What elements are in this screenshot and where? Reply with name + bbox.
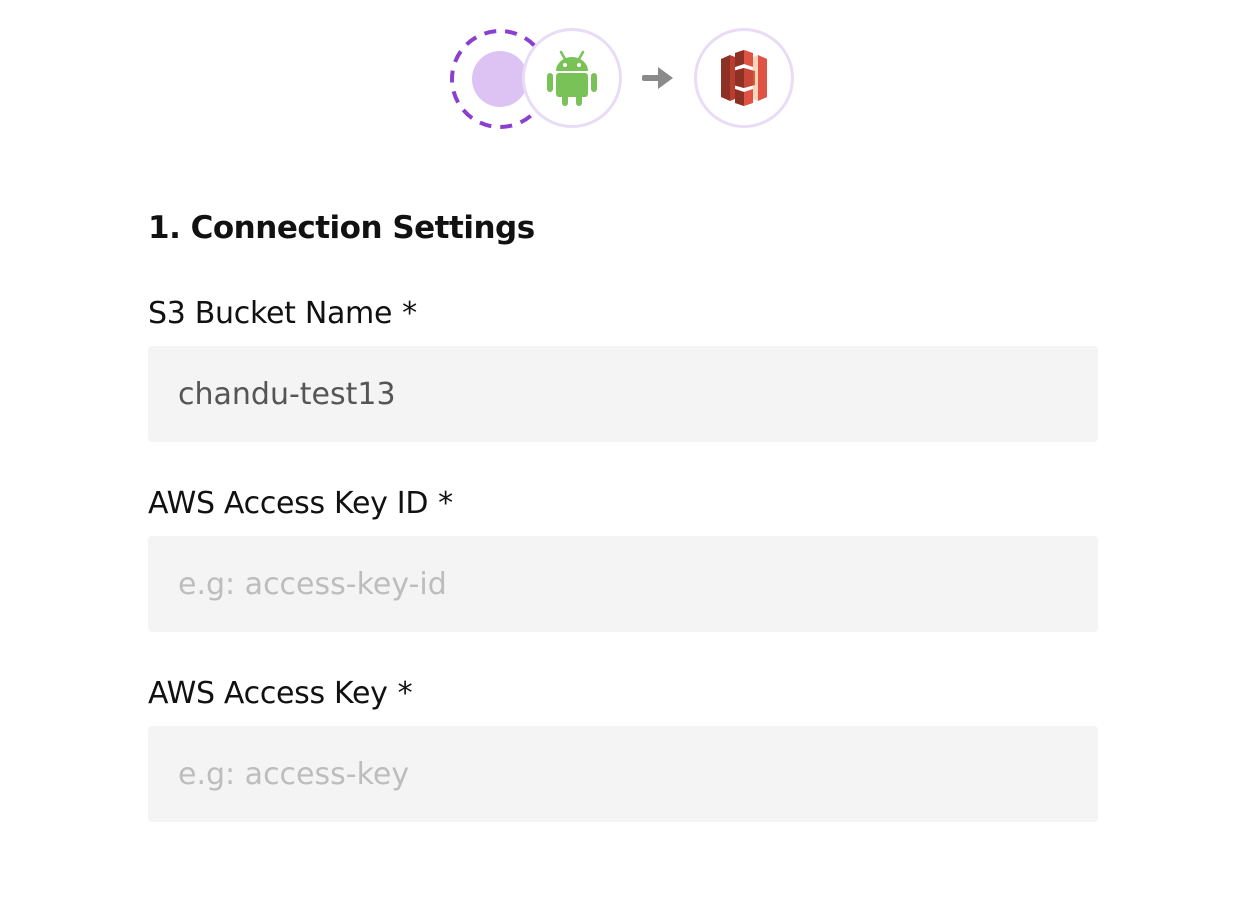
bucket-name-label: S3 Bucket Name *: [148, 296, 417, 331]
amazon-s3-destination[interactable]: [694, 28, 794, 128]
bucket-name-label-text: S3 Bucket Name: [148, 296, 393, 331]
arrow-right-icon: [640, 64, 676, 92]
required-mark: *: [402, 296, 417, 331]
access-key-id-label-text: AWS Access Key ID: [148, 486, 429, 521]
section-title: 1. Connection Settings: [148, 210, 535, 246]
access-key-label-text: AWS Access Key: [148, 676, 388, 711]
access-key-id-label: AWS Access Key ID *: [148, 486, 453, 521]
required-mark: *: [438, 486, 453, 521]
android-source[interactable]: [522, 28, 622, 128]
access-key-label: AWS Access Key *: [148, 676, 413, 711]
required-mark: *: [397, 676, 413, 711]
access-key-input[interactable]: [148, 726, 1098, 822]
integration-flow: [0, 0, 1258, 160]
access-key-id-input[interactable]: [148, 536, 1098, 632]
amazon-s3-icon: [721, 50, 767, 106]
bucket-name-input[interactable]: [148, 346, 1098, 442]
android-icon: [547, 50, 597, 106]
